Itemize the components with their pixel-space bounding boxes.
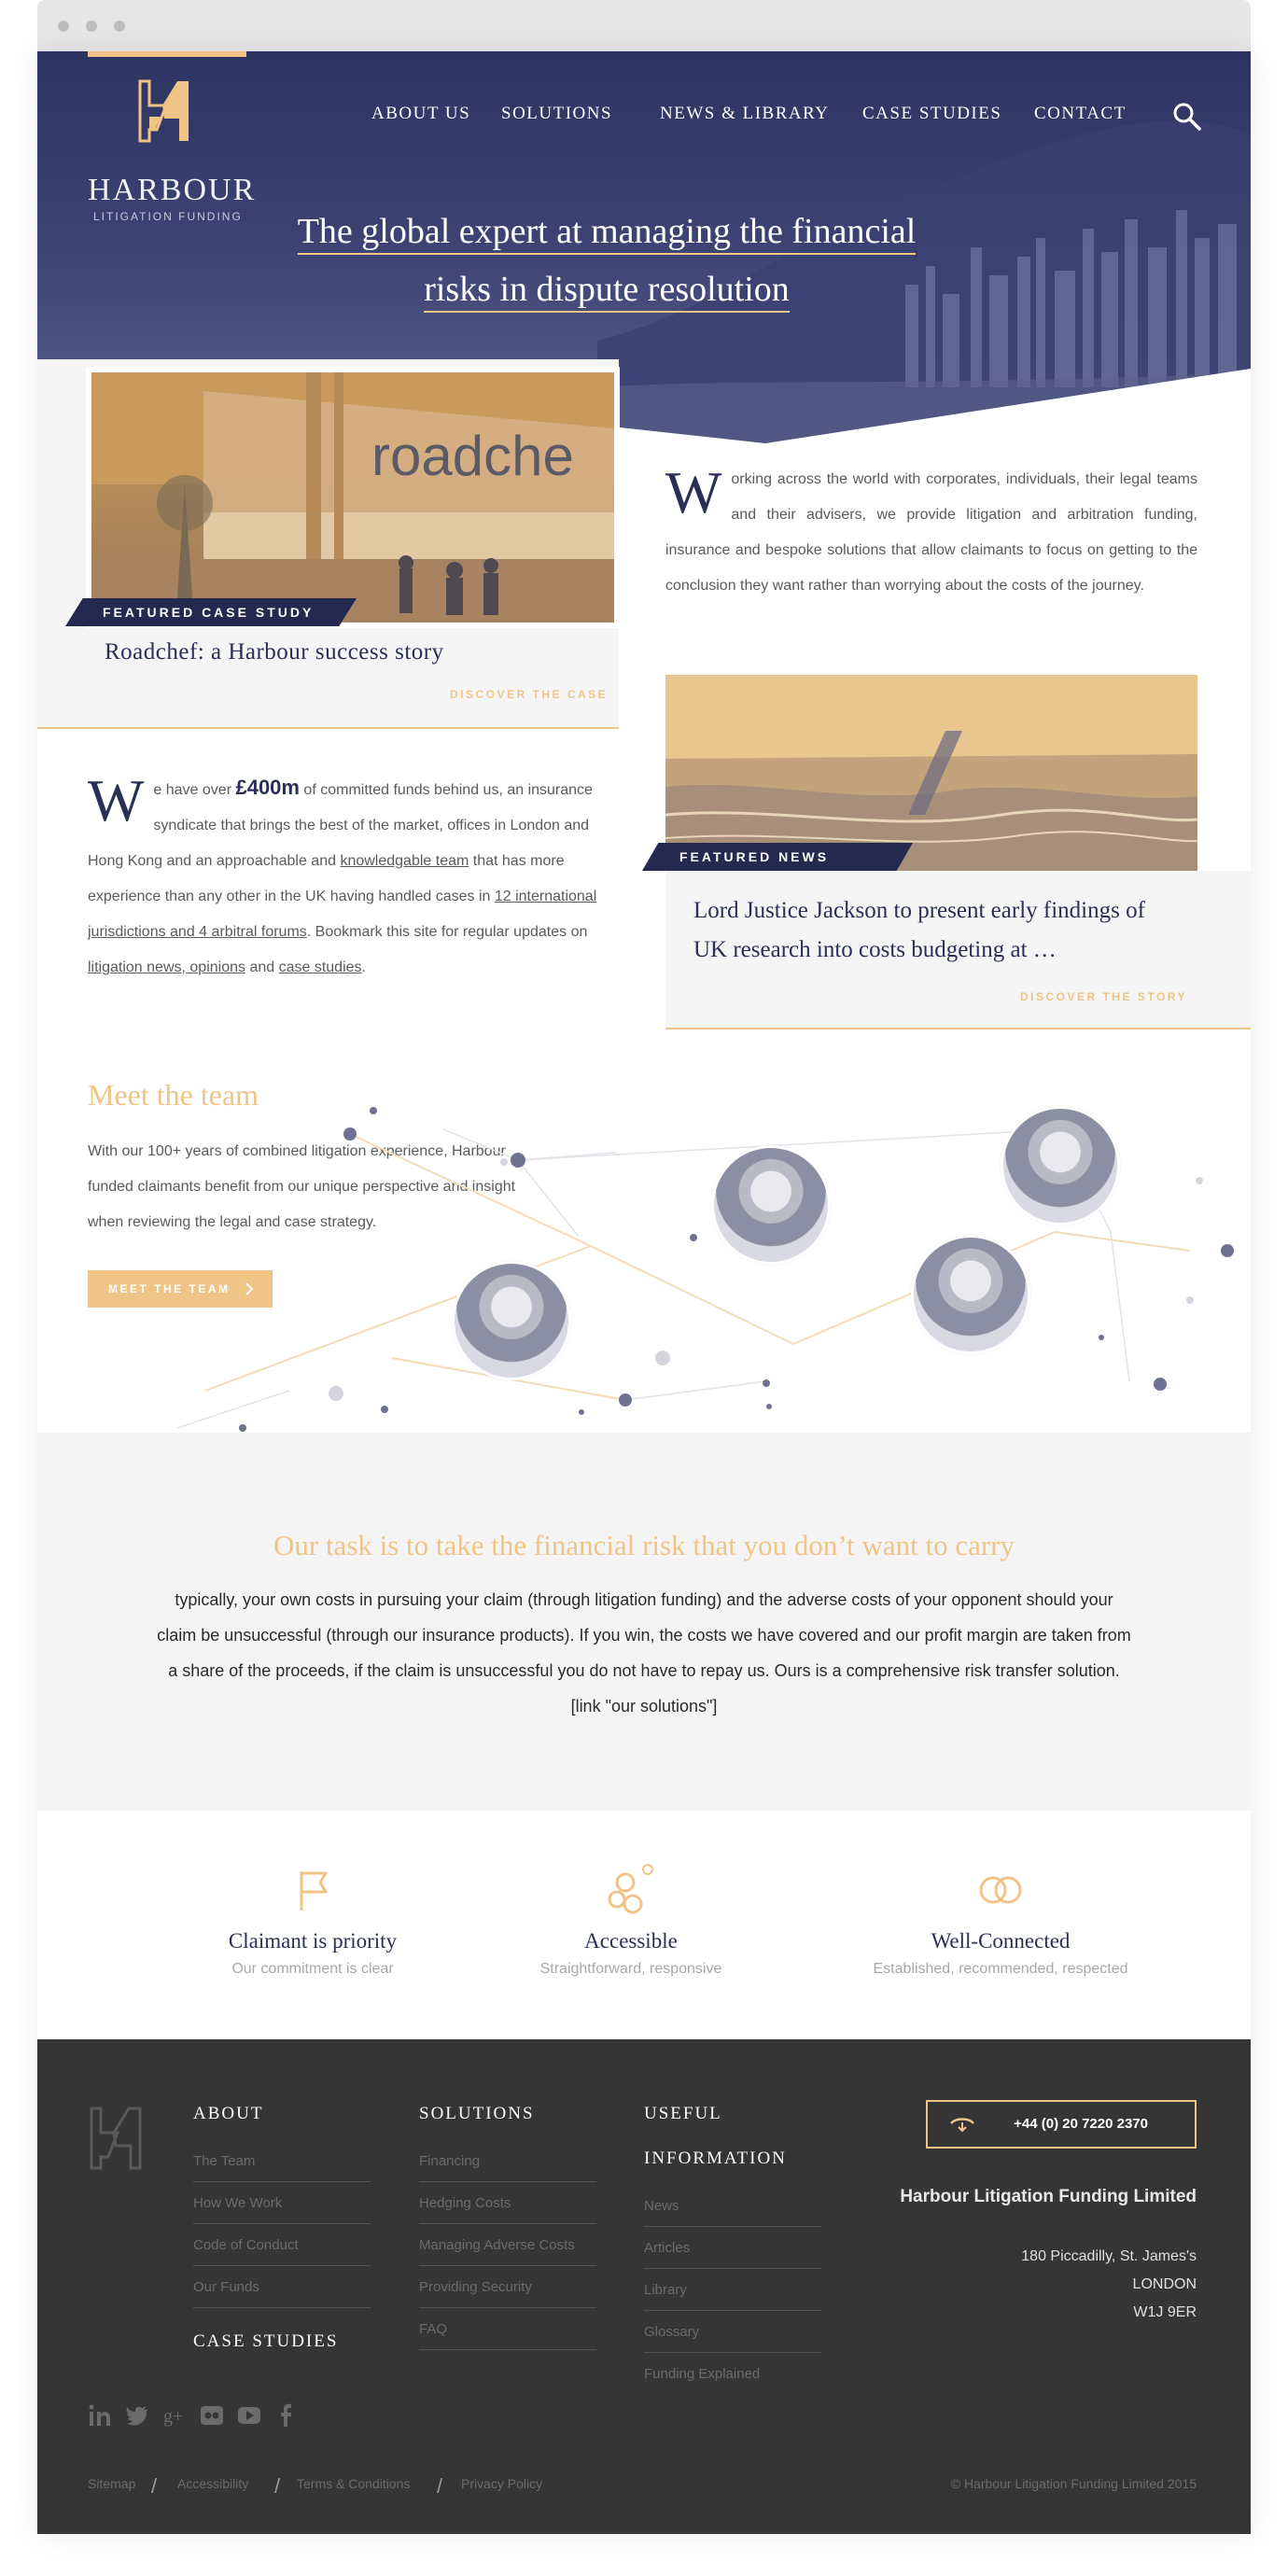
bubbles-icon (608, 1864, 653, 1914)
sea-illustration (665, 675, 1197, 871)
funds-dropcap: W (88, 767, 145, 833)
copyright: © Harbour Litigation Funding Limited 201… (950, 2476, 1197, 2491)
feature-subtitle: Established, recommended, respected (873, 1961, 1128, 1977)
funds-text-6: . (361, 959, 366, 975)
funds-paragraph: We have over £400m of committed funds be… (88, 770, 620, 986)
team-member-avatar-2[interactable] (1001, 1106, 1120, 1225)
flag-icon (300, 1871, 328, 1911)
phone-button[interactable]: +44 (0) 20 7220 2370 (926, 2100, 1197, 2149)
footer-heading-solutions[interactable]: SOLUTIONS (419, 2092, 535, 2136)
featured-case-study-tag: FEATURED CASE STUDY (65, 598, 357, 626)
linkedin-icon[interactable] (88, 2403, 112, 2428)
footer-logo-icon[interactable] (88, 2103, 144, 2174)
footer-link-hedging-costs[interactable]: Hedging Costs (419, 2182, 596, 2224)
window-dot-minimize[interactable] (86, 21, 97, 32)
footer-link-financing[interactable]: Financing (419, 2140, 596, 2182)
funds-text-1: e have over (153, 782, 236, 798)
footer-link-glossary[interactable]: Glossary (644, 2311, 821, 2353)
roadchef-building-illustration: roadche (91, 372, 614, 623)
case-study-image[interactable]: roadche (86, 367, 620, 628)
risk-statement-text: typically, your own costs in pursuing yo… (157, 1590, 1131, 1715)
address-line-3: W1J 9ER (1133, 2304, 1197, 2320)
site-footer: ABOUT The Team How We Work Code of Condu… (37, 2039, 1251, 2534)
case-study-title[interactable]: Roadchef: a Harbour success story (105, 639, 444, 665)
feature-title: Accessible (584, 1929, 678, 1953)
window-dot-maximize[interactable] (114, 21, 125, 32)
footer-heading-case-studies[interactable]: CASE STUDIES (193, 2319, 338, 2364)
footer-link-how-we-work[interactable]: How We Work (193, 2182, 371, 2224)
discover-story-link[interactable]: DISCOVER THE STORY (1020, 990, 1187, 1003)
facebook-icon[interactable] (274, 2403, 299, 2428)
discover-case-link[interactable]: DISCOVER THE CASE (450, 688, 608, 701)
flickr-icon[interactable] (200, 2403, 224, 2428)
footer-company-name: Harbour Litigation Funding Limited (900, 2187, 1197, 2206)
address-line-1: 180 Piccadilly, St. James's (1021, 2248, 1197, 2264)
footer-link-managing-adverse-costs[interactable]: Managing Adverse Costs (419, 2224, 596, 2266)
address-line-2: LONDON (1132, 2276, 1197, 2292)
divider-slash: / (151, 2474, 158, 2498)
featured-case-study-card[interactable]: roadche FEATURED CASE STUDY Roadchef: a … (37, 359, 620, 729)
footer-link-privacy[interactable]: Privacy Policy (461, 2476, 542, 2491)
intro-paragraph: W orking across the world with corporate… (665, 462, 1197, 604)
window-dot-close[interactable] (58, 21, 69, 32)
googleplus-icon[interactable]: g+ (162, 2403, 187, 2428)
feature-accessible: Accessible Straightforward, responsive (444, 1862, 818, 1978)
case-studies-link[interactable]: case studies (279, 959, 362, 975)
footer-link-library[interactable]: Library (644, 2269, 821, 2311)
feature-subtitle: Our commitment is clear (231, 1961, 394, 1977)
divider-slash: / (274, 2474, 281, 2498)
featured-news-image[interactable] (665, 675, 1197, 871)
feature-subtitle: Straightforward, responsive (539, 1961, 722, 1977)
intro-text: orking across the world with corporates,… (665, 471, 1197, 594)
footer-link-terms[interactable]: Terms & Conditions (297, 2476, 410, 2491)
twitter-icon[interactable] (125, 2403, 149, 2428)
featured-news-tag: FEATURED NEWS (642, 843, 913, 871)
risk-statement-section: Our task is to take the financial risk t… (37, 1433, 1251, 1811)
footer-link-accessibility[interactable]: Accessibility (177, 2476, 248, 2491)
knowledgable-team-link[interactable]: knowledgable team (340, 853, 469, 869)
rings-icon (979, 1876, 1022, 1904)
phone-icon (950, 2118, 974, 2133)
footer-heading-about[interactable]: ABOUT (193, 2092, 263, 2136)
footer-link-articles[interactable]: Articles (644, 2227, 821, 2269)
footer-link-our-funds[interactable]: Our Funds (193, 2266, 371, 2308)
footer-heading-information[interactable]: INFORMATION (644, 2136, 787, 2181)
footer-link-code-of-conduct[interactable]: Code of Conduct (193, 2224, 371, 2266)
featured-news-card[interactable]: Lord Justice Jackson to present early fi… (665, 871, 1251, 1029)
footer-link-providing-security[interactable]: Providing Security (419, 2266, 596, 2308)
funds-amount: £400m (235, 776, 300, 799)
litigation-news-link[interactable]: litigation news, opinions (88, 959, 245, 975)
phone-number: +44 (0) 20 7220 2370 (1014, 2116, 1148, 2132)
footer-link-funding-explained[interactable]: Funding Explained (644, 2353, 821, 2395)
feature-well-connected: Well-Connected Established, recommended,… (814, 1862, 1187, 1978)
feature-title: Claimant is priority (228, 1929, 398, 1953)
team-member-avatar-4[interactable] (452, 1261, 571, 1380)
footer-link-sitemap[interactable]: Sitemap (88, 2476, 135, 2491)
footer-link-faq[interactable]: FAQ (419, 2308, 596, 2350)
news-title[interactable]: Lord Justice Jackson to present early fi… (693, 891, 1179, 970)
feature-title: Well-Connected (931, 1929, 1071, 1953)
footer-link-news[interactable]: News (644, 2185, 821, 2227)
intro-dropcap: W (665, 459, 722, 525)
footer-heading-useful[interactable]: USEFUL (644, 2092, 722, 2136)
footer-link-the-team[interactable]: The Team (193, 2140, 371, 2182)
svg-text:g+: g+ (163, 2406, 183, 2427)
browser-chrome (37, 0, 1251, 51)
team-member-avatar-3[interactable] (911, 1235, 1030, 1354)
risk-statement-title: Our task is to take the financial risk t… (273, 1529, 1015, 1561)
feature-claimant-priority: Claimant is priority Our commitment is c… (126, 1862, 499, 1978)
divider-slash: / (437, 2474, 443, 2498)
funds-text-5: and (245, 959, 279, 975)
roadchef-sign: roadche (371, 425, 574, 487)
team-member-avatar-1[interactable] (711, 1145, 831, 1265)
youtube-icon[interactable] (237, 2403, 261, 2428)
page: HARBOUR LITIGATION FUNDING ABOUT US SOLU… (37, 51, 1251, 2534)
footer-address: 180 Piccadilly, St. James's LONDON W1J 9… (833, 2243, 1197, 2327)
funds-text-4: . Bookmark this site for regular updates… (306, 924, 588, 940)
